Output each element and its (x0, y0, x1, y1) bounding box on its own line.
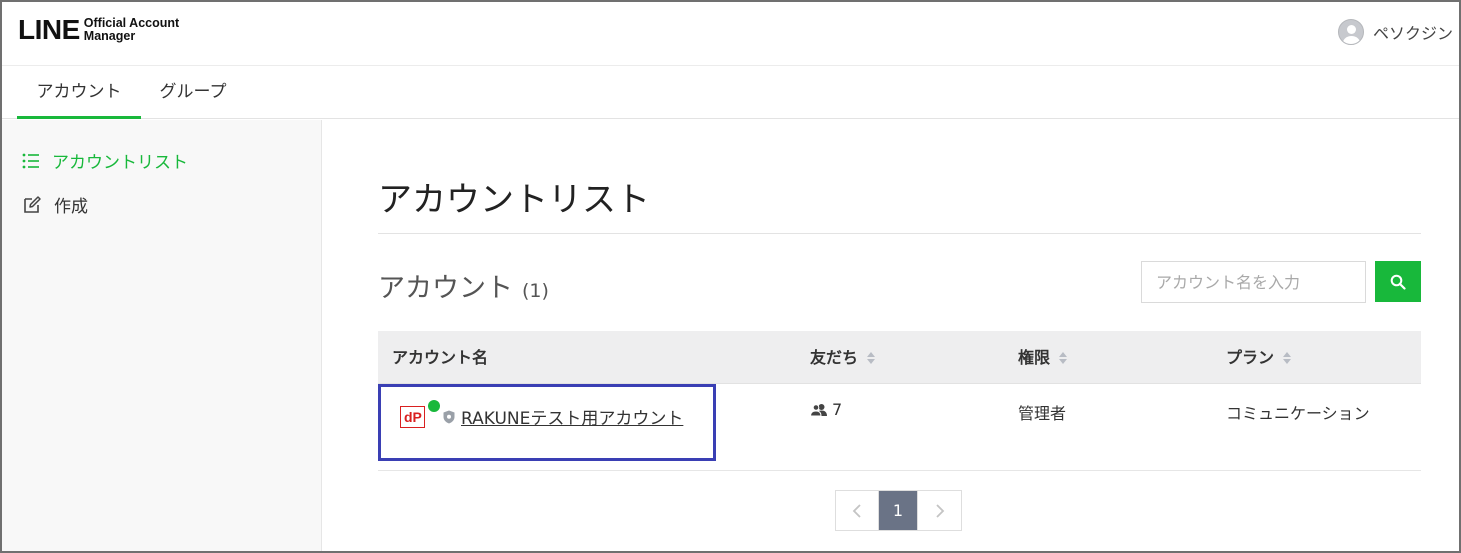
main-content: アカウントリスト アカウント (1) アカウント名 友だち (323, 120, 1459, 551)
column-header-friends[interactable]: 友だち (810, 331, 876, 384)
logo-subtitle-line2: Manager (83, 29, 136, 43)
sidebar-item-label: アカウントリスト (52, 153, 188, 173)
plan-cell: コミュニケーション (1226, 404, 1370, 423)
list-icon (22, 153, 39, 168)
friends-count: 7 (832, 400, 843, 419)
sidebar-item-create[interactable]: 作成 (22, 192, 88, 217)
account-count: (1) (522, 280, 549, 302)
role-cell: 管理者 (1018, 404, 1067, 423)
avatar-icon (1337, 19, 1364, 45)
logo-line-text: LINE (18, 14, 80, 45)
logo-subtitle: Official Account Manager (84, 17, 179, 43)
search-icon (1390, 274, 1406, 290)
table-header: アカウント名 友だち 権限 プラン (378, 331, 1421, 384)
table-row: dP RAKUNEテスト用アカウント 7 管理者 コミュニケーション (378, 384, 1421, 471)
account-table: アカウント名 友だち 権限 プラン dP RAKUNEテスト用アカウント 7 管… (378, 331, 1421, 471)
user-menu[interactable]: ペソクジン (1337, 19, 1453, 45)
column-header-label: 友だち (810, 348, 859, 367)
top-header: LINE Official Account Manager ペソクジン (2, 2, 1459, 66)
column-header-account-name: アカウント名 (392, 331, 488, 384)
sidebar-item-label: 作成 (54, 197, 88, 217)
account-name-cell: dP RAKUNEテスト用アカウント (400, 399, 683, 429)
sort-icon (1059, 351, 1068, 364)
chevron-right-icon (935, 503, 944, 518)
account-name-link[interactable]: RAKUNEテスト用アカウント (461, 404, 683, 429)
pagination-prev-button[interactable] (836, 491, 879, 530)
column-header-plan[interactable]: プラン (1226, 331, 1292, 384)
user-name: ペソクジン (1372, 24, 1453, 43)
pagination-next-button[interactable] (918, 491, 961, 530)
section-title: アカウント (1) (378, 266, 549, 305)
tab-group[interactable]: グループ (142, 67, 244, 119)
column-header-label: プラン (1226, 348, 1275, 367)
tab-account[interactable]: アカウント (17, 67, 141, 119)
column-header-label: 権限 (1018, 348, 1051, 367)
account-logo-mark: dP (404, 408, 422, 425)
search-button[interactable] (1375, 261, 1421, 302)
column-header-label: アカウント名 (392, 348, 489, 367)
section-title-text: アカウント (378, 273, 513, 304)
top-tabs: アカウント グループ (2, 67, 1459, 119)
pagination: 1 (835, 490, 962, 531)
sidebar-item-account-list[interactable]: アカウントリスト (22, 148, 188, 173)
status-dot (428, 399, 440, 412)
line-oam-logo[interactable]: LINE Official Account Manager (18, 16, 179, 44)
account-logo: dP (400, 399, 440, 428)
friends-icon (810, 403, 827, 416)
edit-icon (24, 195, 41, 213)
sort-icon (1283, 351, 1292, 364)
title-divider (378, 233, 1421, 234)
shield-icon (443, 410, 455, 423)
chevron-left-icon (852, 503, 861, 518)
friends-count-cell: 7 (810, 400, 842, 419)
app-window: LINE Official Account Manager ペソクジン アカウン… (0, 0, 1461, 553)
page-title: アカウントリスト (378, 180, 650, 220)
account-search-input[interactable] (1141, 261, 1366, 303)
sidebar: アカウントリスト 作成 (2, 120, 322, 551)
sort-icon (867, 351, 876, 364)
column-header-role[interactable]: 権限 (1018, 331, 1068, 384)
pagination-page-1[interactable]: 1 (879, 491, 918, 530)
